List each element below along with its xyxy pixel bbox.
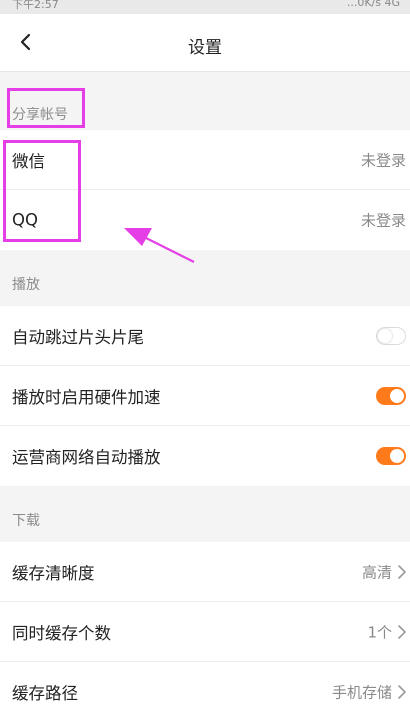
nav-bar: 设置 <box>0 14 410 72</box>
toggle-knob <box>390 449 404 463</box>
section-header-playback: 播放 <box>0 250 410 306</box>
section-header-share: 分享帐号 <box>0 72 410 130</box>
skip-intro-outro-label: 自动跳过片头片尾 <box>12 327 144 347</box>
section-header-download: 下载 <box>0 486 410 542</box>
concurrent-cache-row[interactable]: 同时缓存个数 1个 <box>0 602 410 662</box>
section-label-playback: 播放 <box>12 277 40 293</box>
cache-quality-value: 高清 <box>361 563 392 581</box>
concurrent-cache-label: 同时缓存个数 <box>12 623 111 643</box>
qq-status: 未登录 <box>360 211 406 230</box>
status-bar: 下午2:57 ...0K/s 4G <box>0 0 410 14</box>
qq-row[interactable]: QQ 未登录 <box>0 190 410 250</box>
hardware-accel-toggle[interactable] <box>376 386 406 405</box>
toggle-knob <box>390 388 404 403</box>
wechat-label: 微信 <box>12 151 45 171</box>
cache-path-row[interactable]: 缓存路径 手机存储 <box>0 662 410 710</box>
download-list: 缓存清晰度 高清 同时缓存个数 1个 缓存路径 手机存储 <box>0 542 410 710</box>
status-time: 下午2:57 <box>12 0 59 11</box>
concurrent-cache-value: 1个 <box>367 623 392 641</box>
skip-intro-outro-toggle[interactable] <box>376 326 406 345</box>
cellular-autoplay-label: 运营商网络自动播放 <box>12 448 161 467</box>
status-indicators: ...0K/s 4G <box>346 0 400 9</box>
cache-quality-row[interactable]: 缓存清晰度 高清 <box>0 542 410 602</box>
toggle-knob <box>378 328 392 343</box>
qq-label: QQ <box>12 210 38 230</box>
hardware-accel-label: 播放时启用硬件加速 <box>12 387 161 407</box>
page-title: 设置 <box>188 38 222 58</box>
cache-quality-label: 缓存清晰度 <box>12 563 95 583</box>
cache-path-value: 手机存储 <box>331 683 392 702</box>
wechat-status: 未登录 <box>360 151 406 169</box>
hardware-accel-row: 播放时启用硬件加速 <box>0 366 410 426</box>
playback-list: 自动跳过片头片尾 播放时启用硬件加速 运营商网络自动播放 <box>0 306 410 486</box>
cache-path-label: 缓存路径 <box>12 684 78 703</box>
chevron-right-icon <box>398 624 406 639</box>
chevron-right-icon <box>398 564 406 579</box>
section-label-download: 下载 <box>12 513 40 529</box>
share-account-list: 微信 未登录 QQ 未登录 <box>0 130 410 250</box>
wechat-row[interactable]: 微信 未登录 <box>0 130 410 190</box>
section-label-share: 分享帐号 <box>12 107 68 123</box>
chevron-right-icon <box>398 685 406 699</box>
cellular-autoplay-row: 运营商网络自动播放 <box>0 426 410 486</box>
cellular-autoplay-toggle[interactable] <box>376 447 406 465</box>
skip-intro-outro-row: 自动跳过片头片尾 <box>0 306 410 366</box>
